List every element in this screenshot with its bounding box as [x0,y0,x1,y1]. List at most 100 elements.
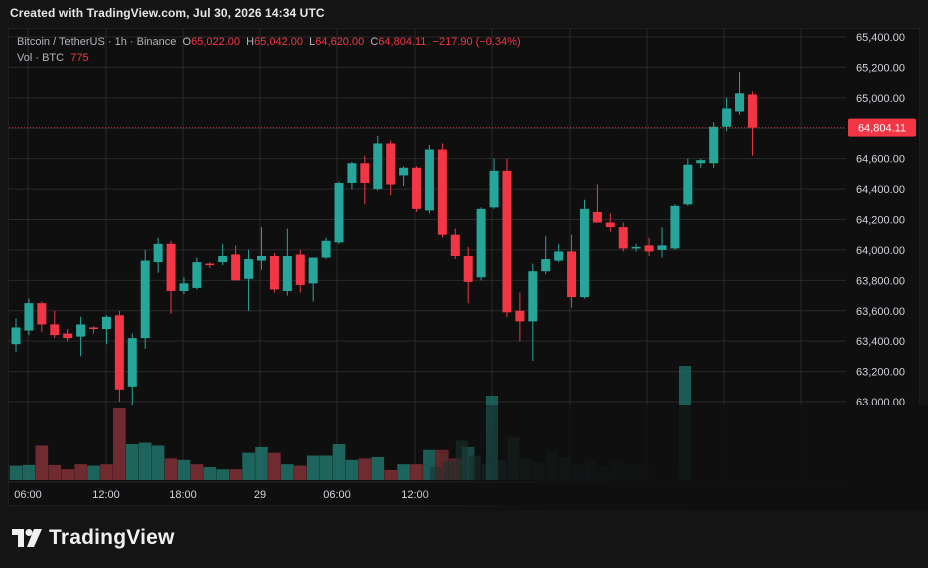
volume-bar [255,446,268,480]
candle-body-up [554,251,564,261]
volume-bar-faded [571,464,584,480]
candle-body-down [37,303,47,325]
volume-bar [35,445,49,480]
volume-bar [268,452,281,480]
y-tick-label: 63,400.00 [856,336,905,348]
volume-bar [345,459,359,480]
volume-bar-faded [430,467,442,480]
candle-body-up [101,316,111,329]
legend-price-line: Bitcoin / TetherUS · 1h · Binance O65,02… [17,34,521,50]
volume-bar [48,464,62,480]
candle-body-down [63,333,73,339]
volume-bar [319,455,333,480]
candle-body-down [269,256,279,290]
y-tick-label: 64,600.00 [856,154,905,166]
candle-body-up [282,256,292,291]
candle-body-up [218,256,228,263]
y-tick-label: 63,000.00 [856,397,905,409]
candle-body-up [127,338,137,387]
volume-bar [229,469,242,480]
candle-body-up [76,324,86,337]
candle-body-up [244,259,254,279]
candle-body-up [399,167,409,176]
y-tick-label: 63,800.00 [856,275,905,287]
volume-bar [384,469,397,480]
candle-body-down [89,327,99,329]
candles [11,71,757,406]
volume-bar [113,408,126,480]
y-tick-label: 63,200.00 [856,367,905,379]
volume-bar [100,464,113,480]
legend-low-value: 64,620.00 [315,36,365,48]
legend-volume-value: 775 [70,52,89,64]
volume-bar [397,464,410,480]
chart-legend: Bitcoin / TetherUS · 1h · Binance O65,02… [17,34,521,66]
legend-symbol[interactable]: Bitcoin / TetherUS · 1h · Binance [17,36,176,48]
candle-body-down [567,251,577,298]
candle-body-up [11,327,21,345]
candle-body-up [657,245,667,250]
candle-body-up [179,283,189,291]
volume-bar [9,465,23,480]
candlestick-chart[interactable]: 65,400.0065,200.0065,000.0064,800.0064,6… [0,0,928,568]
volume-bar [190,464,204,480]
grid-lines [9,29,846,480]
y-tick-label: 65,400.00 [856,32,905,44]
volume-bar-faded [623,464,636,480]
candle-body-up [256,256,266,261]
volume-bar [216,469,230,480]
candle-body-down [605,222,615,228]
candle-body-down [50,324,60,336]
legend-high-value: 65,042.00 [254,36,304,48]
volume-bar-spike [679,366,691,480]
volume-bar [177,459,191,480]
volume-bar [203,467,217,480]
volume-bar [125,444,139,480]
volume-bar-faded [455,440,468,480]
candle-body-down [644,245,654,252]
candle-body-down [386,143,396,185]
x-tick-label: 12:00 [401,489,429,501]
volume-bar-spike [486,396,498,480]
candle-body-down [747,94,757,128]
volume-bar-faded [610,462,623,480]
volume-bar-faded [559,456,571,480]
x-tick-label: 06:00 [323,489,351,501]
candle-body-down [231,254,241,281]
volume-bar [138,442,152,480]
volume-bar [61,469,74,480]
legend-change: −217.90 (−0.34%) [432,36,521,48]
candle-body-up [153,243,163,263]
candle-body-up [308,257,318,284]
brand-name: TradingView [49,526,175,549]
volume-bar [87,465,100,480]
volume-bar-faded [584,459,597,480]
candle-body-up [696,160,706,164]
candle-body-up [722,108,732,127]
legend-open-value: 65,022.00 [191,36,241,48]
candle-body-up [24,303,34,331]
candle-body-up [192,262,202,288]
candle-body-down [450,234,460,256]
last-price-tag: 64,804.11 [858,123,906,135]
y-tick-label: 64,000.00 [856,245,905,257]
tradingview-logo[interactable]: TradingView [12,526,175,550]
candle-body-down [360,163,370,183]
x-tick-label: 06:00 [14,489,42,501]
candle-body-down [295,254,305,285]
candle-body-down [618,227,628,249]
candle-body-up [631,246,641,249]
candle-body-up [579,208,589,298]
legend-open-label: O [182,36,192,48]
volume-bar [371,456,385,480]
candle-body-up [735,93,745,112]
legend-close-value: 64,804.11 [378,36,427,48]
volume-bar [151,445,165,480]
candle-body-up [683,164,693,205]
candle-body-down [463,256,473,282]
volume-bar [164,458,178,480]
candle-body-up [489,170,499,208]
volume-bar [306,455,320,480]
candle-body-down [166,243,176,291]
candle-body-up [424,149,434,211]
